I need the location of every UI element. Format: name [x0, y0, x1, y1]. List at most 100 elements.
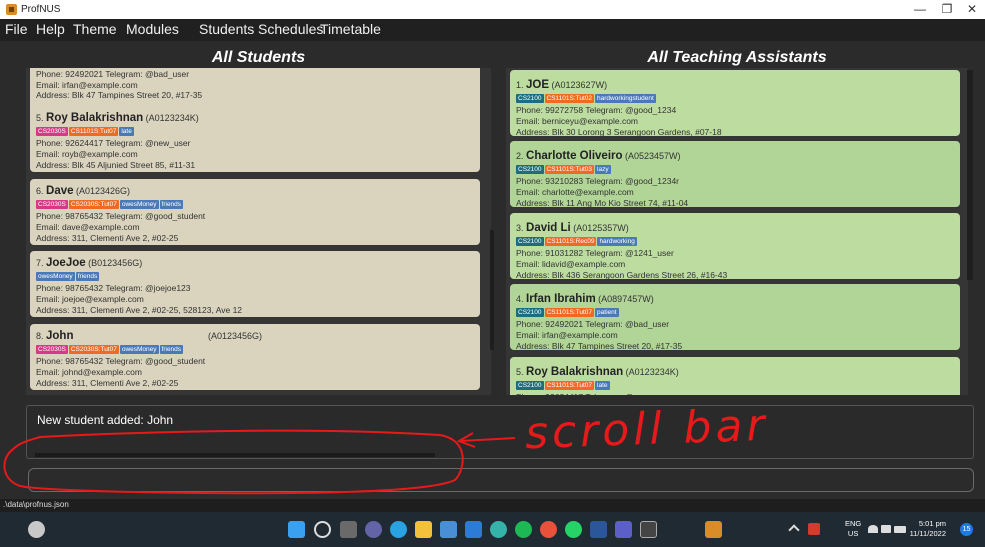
volume-icon[interactable]: [881, 525, 891, 533]
person-id: (A0897457W): [595, 294, 654, 304]
person-id: (A0123426G): [73, 186, 131, 196]
store-icon[interactable]: [440, 521, 457, 538]
tas-card[interactable]: 1. JOE (A0123627W) CS2100 CS1101S:Tut02 har…: [510, 70, 960, 137]
task-view-icon[interactable]: [340, 521, 357, 538]
tas-scrollbar[interactable]: [967, 70, 973, 280]
tag-badge: CS2030S: [36, 127, 68, 137]
profnus-taskbar-icon[interactable]: [705, 521, 722, 538]
widgets-icon[interactable]: [28, 521, 45, 538]
spotify-icon[interactable]: [515, 521, 532, 538]
person-address: Address: 311, Clementi Ave 2, #02-25: [36, 377, 179, 388]
person-address: Address: Blk 47 Tampines Street 20, #17-…: [36, 90, 203, 101]
tas-card[interactable]: 2. Charlotte Oliveiro (A0523457W) CS2100 C…: [510, 141, 960, 208]
tas-card[interactable]: 5. Roy Balakrishnan (A0123234K) CS2100 CS1…: [510, 357, 960, 395]
name-line: 5. Roy Balakrishnan (A0123234K): [36, 111, 474, 125]
tag-list: CS2100 CS1101S:Tut03 lazy: [516, 165, 954, 175]
students-card[interactable]: 6. Dave (A0123426G) CS2030S CS2030S:Tut07 o…: [30, 179, 480, 245]
menu-file[interactable]: File: [5, 21, 28, 37]
tas-panel-title: All Teaching Assistants: [647, 49, 827, 66]
tag-badge: late: [119, 127, 134, 137]
person-name: Roy Balakrishnan: [526, 366, 624, 378]
tag-badge: CS1101S:Tut02: [544, 94, 595, 104]
tag-list: CS2030S CS1101S:Tut07 late: [36, 127, 474, 137]
status-bar: .\data\profnus.json: [0, 499, 985, 512]
person-id: (A0123627W): [549, 80, 608, 90]
menu-timetable[interactable]: Timetable: [320, 21, 381, 37]
minimize-button[interactable]: —: [905, 0, 935, 19]
terminal-icon[interactable]: [640, 521, 657, 538]
card-index: 1.: [516, 80, 527, 90]
students-card[interactable]: 7. JoeJoe (B0123456G) owesMoney friends Pho…: [30, 251, 480, 317]
teams-icon[interactable]: [615, 521, 632, 538]
close-button[interactable]: ✕: [957, 0, 985, 19]
tas-card[interactable]: 3. David Li (A0125357W) CS2100 CS1101S:Rec…: [510, 213, 960, 280]
person-phone: Phone: 92492021 Telegram: @bad_user: [516, 319, 670, 330]
name-line: 6. Dave (A0123426G): [36, 184, 474, 198]
person-email: Email: lidavid@example.com: [516, 259, 626, 269]
chrome-icon[interactable]: [540, 521, 557, 538]
tag-badge: late: [595, 381, 610, 391]
title-bar: ProfNUS — ❐ ✕: [0, 0, 985, 19]
students-card[interactable]: 8. John (A0123456G) CS2030S CS2030S:Tut07 o…: [30, 324, 480, 390]
clock[interactable]: 5:01 pm 11/11/2022: [898, 519, 946, 539]
language-indicator[interactable]: ENG US: [845, 519, 861, 539]
file-explorer-icon[interactable]: [415, 521, 432, 538]
wifi-icon[interactable]: [868, 525, 878, 533]
tag-badge: friends: [75, 272, 100, 282]
app-logo-icon: [6, 4, 17, 15]
tag-badge: friends: [159, 345, 184, 355]
tag-list: CS2100 CS1101S:Tut07 late: [516, 381, 954, 391]
telegram-icon[interactable]: [390, 521, 407, 538]
notification-badge[interactable]: 15: [960, 523, 973, 536]
edge-icon[interactable]: [490, 521, 507, 538]
person-address: Address: Blk 436 Serangoon Gardens Stree…: [516, 269, 728, 280]
chevron-up-icon[interactable]: [788, 524, 800, 536]
search-icon[interactable]: [314, 521, 331, 538]
result-display: New student added: John: [26, 405, 974, 459]
students-scrollbar[interactable]: [490, 230, 494, 350]
tag-badge: friends: [159, 200, 184, 210]
tag-badge: CS2100: [516, 165, 544, 175]
clock-time: 5:01 pm: [918, 519, 946, 528]
tas-list[interactable]: 1. JOE (A0123627W) CS2100 CS1101S:Tut02 har…: [506, 68, 968, 395]
tag-badge: hardworking: [597, 237, 637, 247]
person-email: Email: charlotte@example.com: [516, 187, 634, 197]
menu-help[interactable]: Help: [36, 21, 65, 37]
name-line: 3. David Li (A0125357W): [516, 221, 954, 235]
person-address: Address: Blk 47 Tampines Street 20, #17-…: [516, 340, 683, 351]
clock-date: 11/11/2022: [909, 529, 946, 538]
result-horizontal-scrollbar[interactable]: [35, 453, 435, 457]
person-email: Email: royb@example.com: [36, 149, 138, 159]
tag-badge: owesMoney: [36, 272, 75, 282]
person-id: (A0123234K): [623, 367, 679, 377]
person-email: Email: irfan@example.com: [516, 330, 618, 340]
name-line: 1. JOE (A0123627W): [516, 78, 954, 92]
students-card[interactable]: 5. Roy Balakrishnan (A0123234K) CS2030S CS…: [30, 106, 480, 172]
card-index: 3.: [516, 223, 527, 233]
person-address: Address: Blk 45 Aljunied Street 85, #11-…: [36, 159, 196, 170]
word-icon[interactable]: [590, 521, 607, 538]
students-list[interactable]: Phone: 92492021 Telegram: @bad_user Email…: [26, 68, 491, 395]
menu-schedules[interactable]: Schedules: [258, 21, 323, 37]
chat-icon[interactable]: [365, 521, 382, 538]
tas-card[interactable]: 4. Irfan Ibrahim (A0897457W) CS2100 CS1101…: [510, 284, 960, 351]
menu-modules[interactable]: Modules: [126, 21, 179, 37]
person-phone: Phone: 92624417 Telegram: @new_user: [516, 392, 954, 395]
tag-list: CS2030S CS2030S:Tut07 owesMoney friends: [36, 200, 474, 210]
menu-students[interactable]: Students: [199, 21, 254, 37]
mail-icon[interactable]: [465, 521, 482, 538]
person-id: (A0123234K): [143, 113, 199, 123]
tag-list: owesMoney friends: [36, 272, 474, 282]
tag-list: CS2100 CS1101S:Tut02 hardworkingstudent: [516, 94, 954, 104]
tag-badge: CS1101S:Rec09: [544, 237, 597, 247]
whatsapp-icon[interactable]: [565, 521, 582, 538]
person-name: John: [46, 330, 74, 342]
command-input[interactable]: [28, 468, 974, 492]
tag-badge: owesMoney: [119, 345, 159, 355]
menu-theme[interactable]: Theme: [73, 21, 117, 37]
tag-badge: CS1101S:Tut03: [544, 165, 595, 175]
person-phone: Phone: 98765432 Telegram: @joejoe123: [36, 283, 191, 294]
start-icon[interactable]: [288, 521, 305, 538]
tag-badge: CS1101S:Tut07: [544, 381, 595, 391]
tray-app-icon[interactable]: [808, 523, 820, 535]
